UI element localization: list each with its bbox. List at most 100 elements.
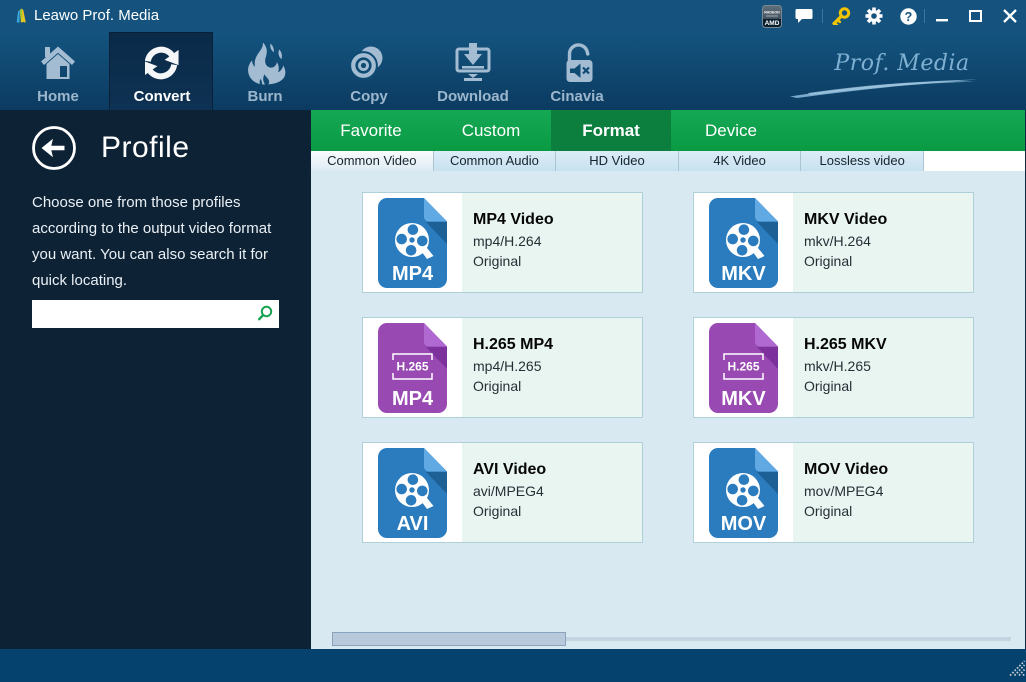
file-type-label: MKV bbox=[721, 263, 766, 285]
h265-file-icon: H.265 MP4 bbox=[363, 318, 462, 417]
file-type-label: AVI bbox=[397, 513, 429, 535]
search-icon[interactable] bbox=[255, 305, 273, 328]
cinavia-lock-icon bbox=[525, 38, 629, 86]
titlebar-separator bbox=[924, 9, 925, 23]
nav-item-copy[interactable]: Copy bbox=[317, 32, 421, 110]
nav-item-burn[interactable]: Burn bbox=[213, 32, 317, 110]
format-card-body: H.265 MP4 mp4/H.265 Original bbox=[462, 318, 642, 417]
h265-badge-label: H.265 bbox=[396, 360, 428, 374]
nav-item-home[interactable]: Home bbox=[6, 32, 110, 110]
format-codec: avi/MPEG4 bbox=[473, 483, 544, 499]
subtab-common-audio[interactable]: Common Audio bbox=[433, 151, 557, 171]
subtab-hd-video[interactable]: HD Video bbox=[556, 151, 679, 171]
brand-script-text: Prof. Media bbox=[834, 51, 970, 76]
minimize-button[interactable] bbox=[930, 0, 954, 32]
nav-label-burn: Burn bbox=[247, 88, 283, 105]
copy-disc-icon bbox=[317, 38, 421, 86]
tab-custom[interactable]: Custom bbox=[431, 110, 551, 151]
horizontal-scrollbar-thumb[interactable] bbox=[332, 632, 566, 646]
titlebar: Leawo Prof. Media RADEON AMD ? bbox=[0, 0, 1026, 32]
app-window: Leawo Prof. Media RADEON AMD ? Home Conv… bbox=[0, 0, 1026, 682]
download-icon bbox=[421, 38, 525, 86]
format-card-body: AVI Video avi/MPEG4 Original bbox=[462, 443, 642, 542]
nav-item-download[interactable]: Download bbox=[421, 32, 525, 110]
format-list: MP4 MP4 Video mp4/H.264 Original MKV MKV… bbox=[311, 171, 1026, 649]
window-title: Leawo Prof. Media bbox=[34, 7, 160, 24]
format-title: H.265 MKV bbox=[804, 336, 887, 353]
sidebar-description: Choose one from those profiles according… bbox=[32, 194, 272, 289]
h265-file-icon: H.265 MKV bbox=[694, 318, 793, 417]
file-type-label: MP4 bbox=[392, 263, 434, 285]
close-button[interactable] bbox=[997, 0, 1023, 32]
back-button[interactable] bbox=[31, 125, 77, 171]
burn-flame-icon bbox=[213, 38, 317, 86]
format-quality: Original bbox=[473, 503, 522, 519]
nav-label-convert: Convert bbox=[133, 88, 191, 105]
feedback-bubble-icon[interactable] bbox=[793, 0, 815, 32]
format-card-body: H.265 MKV mkv/H.265 Original bbox=[793, 318, 973, 417]
profile-panel: Favorite Custom Format Device Common Vid… bbox=[311, 110, 1026, 649]
nav-label-download: Download bbox=[437, 88, 509, 105]
format-card-mp4-video[interactable]: MP4 MP4 Video mp4/H.264 Original bbox=[362, 192, 643, 293]
titlebar-separator bbox=[822, 9, 823, 23]
format-card-h265-mp4[interactable]: H.265 MP4 H.265 MP4 mp4/H.265 Original bbox=[362, 317, 643, 418]
register-key-icon[interactable] bbox=[828, 0, 852, 32]
profile-search-box bbox=[32, 300, 279, 328]
sidebar-title: Profile bbox=[101, 131, 190, 164]
format-title: AVI Video bbox=[473, 461, 547, 478]
subtab-common-video[interactable]: Common Video bbox=[311, 151, 434, 171]
format-card-avi-video[interactable]: AVI AVI Video avi/MPEG4 Original bbox=[362, 442, 643, 543]
format-title: MKV Video bbox=[804, 211, 888, 228]
format-codec: mkv/H.265 bbox=[804, 358, 871, 374]
format-quality: Original bbox=[473, 378, 522, 394]
format-quality: Original bbox=[804, 253, 853, 269]
video-file-reel-icon: MKV bbox=[694, 193, 793, 292]
tab-device[interactable]: Device bbox=[671, 110, 791, 151]
format-codec: mkv/H.264 bbox=[804, 233, 871, 249]
home-icon bbox=[6, 38, 110, 86]
video-file-reel-icon: AVI bbox=[363, 443, 462, 542]
format-card-mov-video[interactable]: MOV MOV Video mov/MPEG4 Original bbox=[693, 442, 974, 543]
h265-badge-label: H.265 bbox=[727, 360, 759, 374]
leawo-logo-icon bbox=[16, 8, 27, 28]
format-title: MP4 Video bbox=[473, 211, 554, 228]
profile-sidebar: Profile Choose one from those profiles a… bbox=[0, 110, 311, 649]
format-title: MOV Video bbox=[804, 461, 889, 478]
format-card-h265-mkv[interactable]: H.265 MKV H.265 MKV mkv/H.265 Original bbox=[693, 317, 974, 418]
settings-gear-icon[interactable] bbox=[862, 0, 886, 32]
file-type-label: MP4 bbox=[392, 388, 434, 410]
format-codec: mp4/H.264 bbox=[473, 233, 542, 249]
format-codec: mov/MPEG4 bbox=[804, 483, 884, 499]
subtab-4k-video[interactable]: 4K Video bbox=[678, 151, 802, 171]
nav-item-convert[interactable]: Convert bbox=[109, 32, 213, 110]
convert-icon bbox=[110, 39, 214, 87]
resize-grip[interactable] bbox=[1009, 660, 1026, 681]
nav-item-cinavia[interactable]: Cinavia bbox=[525, 32, 629, 110]
format-quality: Original bbox=[804, 503, 853, 519]
amd-badge-top-label: RADEON bbox=[764, 10, 780, 14]
nav-label-copy: Copy bbox=[350, 88, 388, 105]
main-navigation: Home Convert Burn Copy Download Cinavia … bbox=[0, 32, 1026, 110]
file-type-label: MKV bbox=[721, 388, 766, 410]
file-type-label: MOV bbox=[721, 513, 767, 535]
subtab-lossless-video[interactable]: Lossless video bbox=[801, 151, 924, 171]
format-title: H.265 MP4 bbox=[473, 336, 554, 353]
amd-radeon-badge: RADEON AMD bbox=[760, 0, 783, 32]
maximize-button[interactable] bbox=[963, 0, 987, 32]
format-card-body: MP4 Video mp4/H.264 Original bbox=[462, 193, 642, 292]
format-quality: Original bbox=[473, 253, 522, 269]
format-codec: mp4/H.265 bbox=[473, 358, 542, 374]
profile-search-input[interactable] bbox=[36, 302, 251, 326]
format-quality: Original bbox=[804, 378, 853, 394]
format-card-body: MKV Video mkv/H.264 Original bbox=[793, 193, 973, 292]
tab-format[interactable]: Format bbox=[551, 110, 671, 151]
nav-label-home: Home bbox=[37, 88, 79, 105]
statusbar bbox=[0, 649, 1026, 682]
nav-label-cinavia: Cinavia bbox=[550, 88, 604, 105]
help-icon[interactable]: ? bbox=[896, 0, 920, 32]
tab-favorite[interactable]: Favorite bbox=[311, 110, 431, 151]
video-file-reel-icon: MP4 bbox=[363, 193, 462, 292]
brand-swoosh-underline bbox=[788, 76, 980, 105]
profile-category-tabs: Favorite Custom Format Device bbox=[311, 110, 1026, 151]
format-card-mkv-video[interactable]: MKV MKV Video mkv/H.264 Original bbox=[693, 192, 974, 293]
